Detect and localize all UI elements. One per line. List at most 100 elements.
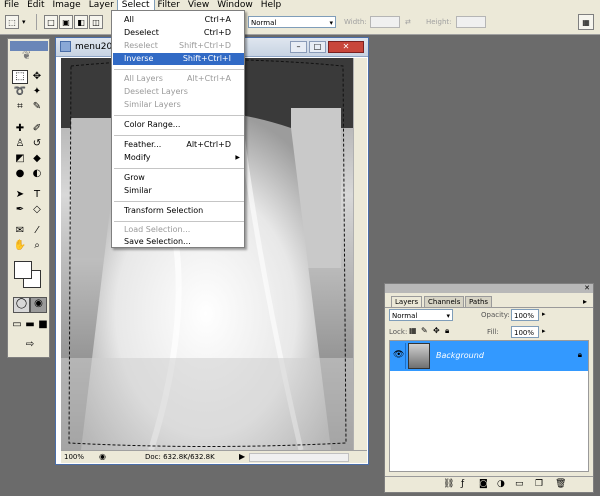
menu-item-transform-selection[interactable]: Transform Selection [113,205,244,217]
screen-mode-full-menu-icon[interactable]: ▬ [23,319,37,331]
zoom-tool-icon[interactable]: ⌕ [30,240,44,252]
menu-filter[interactable]: Filter [154,0,184,10]
menu-item-reselect[interactable]: Reselect Shift+Ctrl+D [113,40,244,52]
layer-name: Background [436,351,484,360]
document-icon [60,41,71,52]
paint-bucket-icon[interactable]: ◆ [30,153,44,165]
menu-separator [114,135,244,136]
vertical-scrollbar[interactable] [353,58,367,450]
new-layer-icon[interactable]: ❐ [535,479,543,489]
screen-mode-full-icon[interactable]: ■ [36,319,50,331]
lock-transparency-icon[interactable]: ▦ [409,326,417,335]
marquee-tool-icon[interactable]: ⬚ [12,70,28,84]
slice-tool-icon[interactable]: ✎ [30,101,44,113]
jump-to-imageready-icon[interactable]: ⇨ [18,339,42,351]
intersect-selection-icon[interactable]: ◫ [89,15,103,29]
screen-mode-standard-icon[interactable]: ▭ [10,319,24,331]
opacity-field[interactable]: 100% [511,309,539,321]
lasso-tool-icon[interactable]: ➰ [13,86,27,98]
foreground-color-swatch[interactable] [14,261,32,279]
crop-tool-icon[interactable]: ⌗ [13,101,27,113]
eraser-tool-icon[interactable]: ◩ [13,153,27,165]
type-tool-icon[interactable]: T [30,189,44,201]
blur-tool-icon[interactable]: ● [13,168,27,180]
menu-item-load-selection[interactable]: Load Selection... [113,224,244,236]
menu-edit[interactable]: Edit [23,0,48,10]
swap-icon[interactable]: ⇄ [405,18,411,26]
menu-view[interactable]: View [184,0,213,10]
path-select-icon[interactable]: ➤ [13,189,27,201]
status-menu-arrow-icon[interactable]: ▶ [239,452,245,461]
chevron-right-icon[interactable]: ▸ [542,310,546,318]
notes-tool-icon[interactable]: ✉ [13,225,27,237]
brush-tool-icon[interactable]: ✐ [30,123,44,135]
minimize-icon[interactable]: – [290,41,307,53]
subtract-selection-icon[interactable]: ◧ [74,15,88,29]
menu-item-save-selection[interactable]: Save Selection... [113,236,244,248]
standard-mode-icon[interactable]: ◯ [13,297,30,313]
magic-wand-icon[interactable]: ✦ [30,86,44,98]
new-selection-icon[interactable]: □ [44,15,58,29]
marquee-preset-icon[interactable]: ⬚ [5,15,19,29]
trash-icon[interactable]: 🗑︎ [555,479,566,489]
menu-item-similar[interactable]: Similar [113,185,244,197]
layer-row-background[interactable]: 👁︎ Background 🔒︎ [390,341,588,371]
close-icon[interactable]: ✕ [584,284,590,293]
layer-style-icon[interactable]: ƒ [461,479,464,489]
palette-menu-icon[interactable]: ▸ [583,297,587,306]
menu-layer[interactable]: Layer [85,0,118,10]
eyedropper-icon[interactable]: ⁄ [30,225,44,237]
menu-select[interactable]: Select [116,0,155,11]
move-tool-icon[interactable]: ✥ [30,71,44,83]
menu-file[interactable]: File [0,0,23,10]
menu-item-modify[interactable]: Modify ▶ [113,152,244,164]
clone-stamp-icon[interactable]: ♙ [13,138,27,150]
menu-item-color-range[interactable]: Color Range... [113,119,244,131]
menu-item-similar-layers[interactable]: Similar Layers [113,99,244,111]
width-field[interactable] [370,16,400,28]
close-icon[interactable]: ✕ [328,41,364,53]
menu-item-all[interactable]: All Ctrl+A [113,14,244,26]
menu-help[interactable]: Help [257,0,286,10]
menu-item-deselect-layers[interactable]: Deselect Layers [113,86,244,98]
healing-brush-icon[interactable]: ✚ [13,123,27,135]
style-value: Normal [251,19,277,27]
pen-tool-icon[interactable]: ✒ [13,204,27,216]
palette-titlebar[interactable]: ✕ [385,284,593,293]
status-nav-icon[interactable]: ◉ [99,452,106,461]
style-select[interactable]: Normal ▾ [248,16,336,28]
menu-separator [114,221,244,222]
adjustment-layer-icon[interactable]: ◑ [497,479,505,489]
new-group-icon[interactable]: ▭ [515,479,524,489]
maximize-icon[interactable]: □ [309,41,326,53]
palette-well-icon[interactable]: ▦ [578,14,594,30]
fill-field[interactable]: 100% [511,326,539,338]
menu-item-all-layers[interactable]: All Layers Alt+Ctrl+A [113,73,244,85]
menu-item-deselect[interactable]: Deselect Ctrl+D [113,27,244,39]
height-field[interactable] [456,16,486,28]
link-layers-icon[interactable]: ⛓︎ [443,479,454,489]
menu-item-inverse[interactable]: Inverse Shift+Ctrl+I [113,53,244,65]
zoom-level[interactable]: 100% [64,453,84,461]
horizontal-scrollbar[interactable] [249,453,349,462]
shape-tool-icon[interactable]: ◇ [30,204,44,216]
layer-mask-icon[interactable]: ◙ [479,479,488,489]
lock-position-icon[interactable]: ✥ [433,326,440,335]
add-selection-icon[interactable]: ▣ [59,15,73,29]
hand-tool-icon[interactable]: ✋ [13,240,27,252]
quickmask-mode-icon[interactable]: ◉ [30,297,47,313]
lock-image-icon[interactable]: ✎ [421,326,428,335]
menu-window[interactable]: Window [213,0,257,10]
layer-thumbnail [408,343,430,369]
eye-visibility-icon[interactable]: 👁︎ [393,350,404,360]
menu-item-grow[interactable]: Grow [113,172,244,184]
menu-image[interactable]: Image [49,0,85,10]
chevron-right-icon[interactable]: ▸ [542,327,546,335]
menu-item-feather[interactable]: Feather... Alt+Ctrl+D [113,139,244,151]
layer-lock-icon: 🔒︎ [577,350,582,359]
lock-all-icon[interactable]: 🔒︎ [445,326,449,336]
dodge-tool-icon[interactable]: ◐ [30,168,44,180]
history-brush-icon[interactable]: ↺ [30,138,44,150]
blend-mode-select[interactable]: Normal ▾ [389,309,453,321]
chevron-down-icon[interactable]: ▾ [22,18,26,26]
